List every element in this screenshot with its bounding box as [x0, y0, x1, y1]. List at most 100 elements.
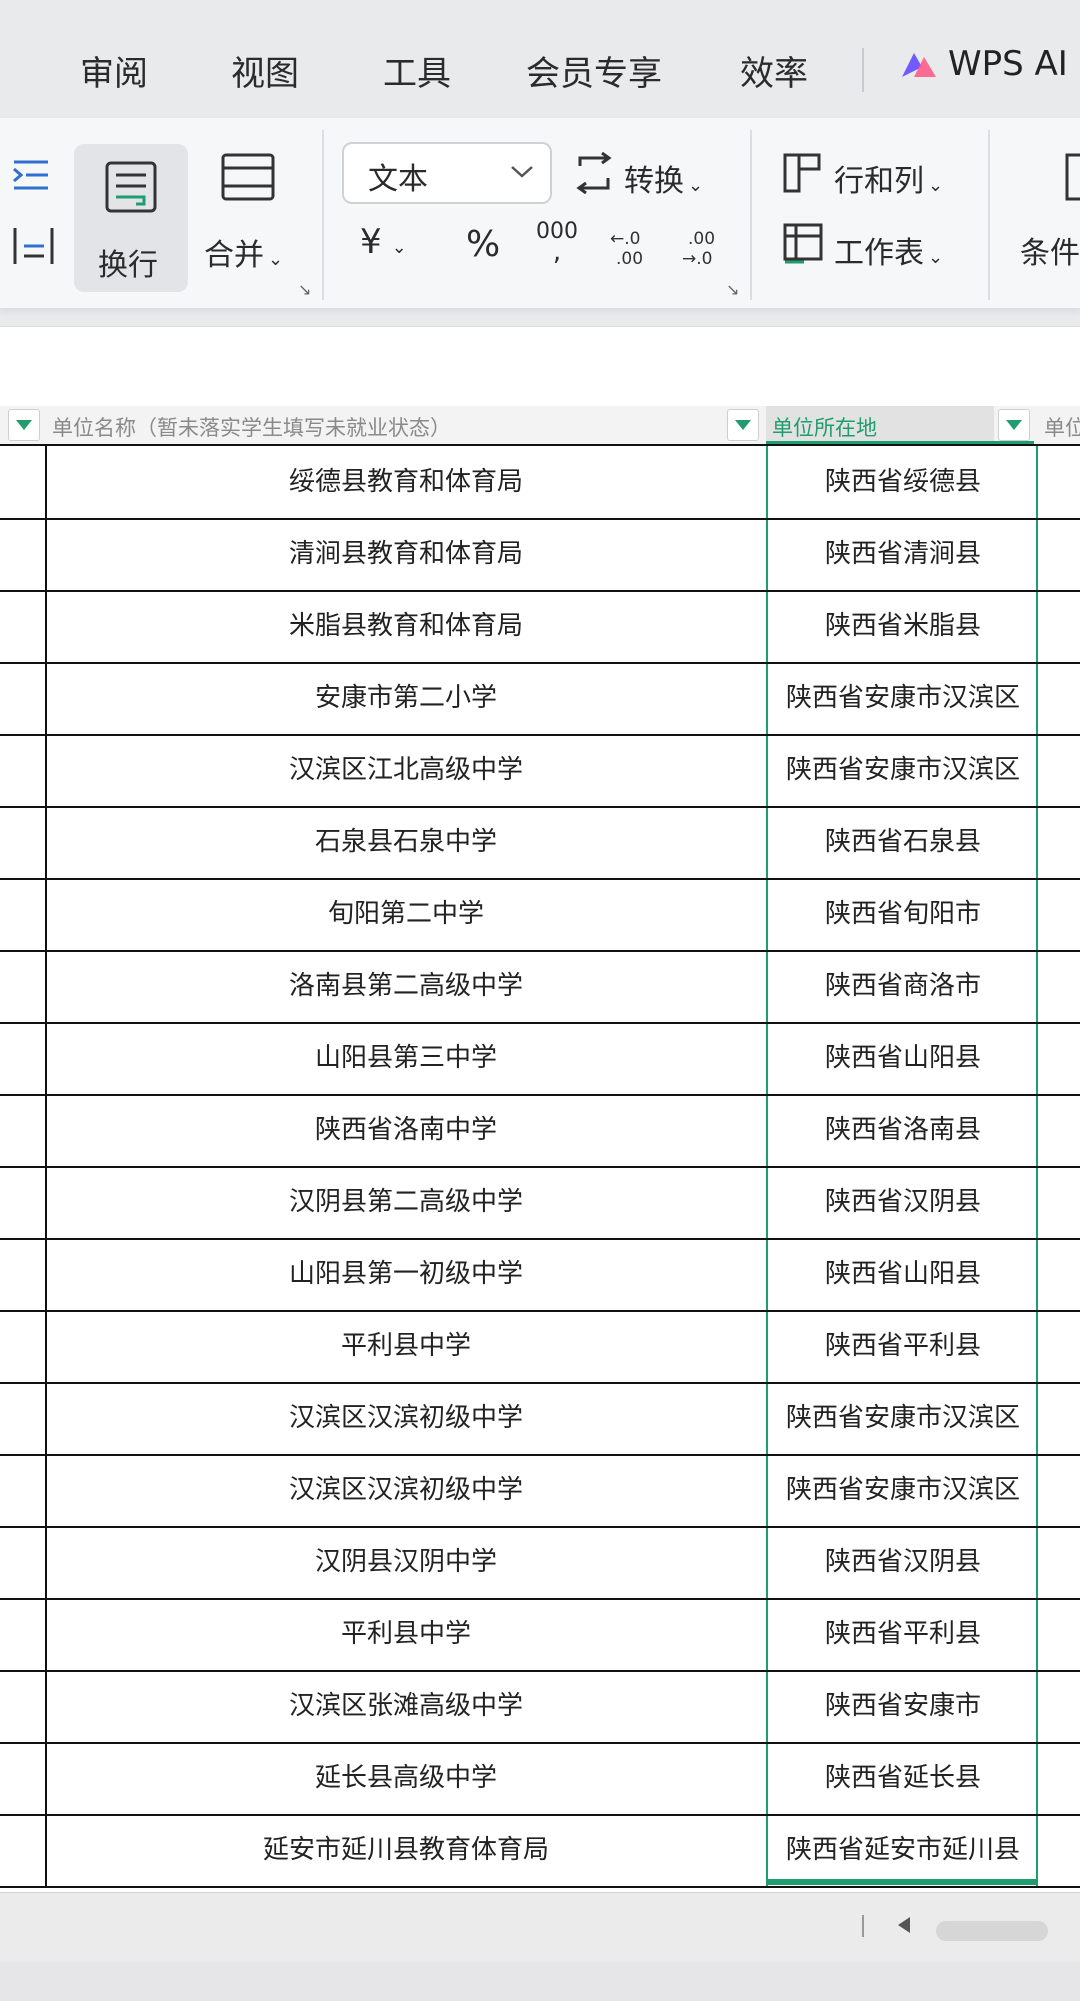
cell-unit-location[interactable]: 陕西省延长县 — [768, 1742, 1038, 1814]
cell-unit-name[interactable]: 旬阳第二中学 — [46, 878, 766, 950]
cell-unit-name[interactable]: 汉滨区汉滨初级中学 — [46, 1382, 766, 1454]
cell-unit-location[interactable]: 陕西省清涧县 — [768, 518, 1038, 590]
cell-unit-name[interactable]: 陕西省洛南中学 — [46, 1094, 766, 1166]
table-row[interactable]: 陕西省洛南中学 陕西省洛南县 — [0, 1094, 1080, 1168]
cell-unit-location[interactable]: 陕西省山阳县 — [768, 1238, 1038, 1310]
table-row[interactable]: 山阳县第一初级中学 陕西省山阳县 — [0, 1238, 1080, 1312]
table-row[interactable]: 汉阴县汉阴中学 陕西省汉阴县 — [0, 1526, 1080, 1600]
worksheet-button[interactable]: 工作表 ⌄ — [834, 228, 943, 272]
rows-columns-icon[interactable] — [782, 152, 822, 194]
worksheet-icon[interactable] — [782, 222, 824, 266]
cell-unit-location[interactable]: 陕西省汉阴县 — [768, 1526, 1038, 1598]
table-row[interactable]: 汉滨区张滩高级中学 陕西省安康市 — [0, 1670, 1080, 1744]
table-row[interactable]: 延长县高级中学 陕西省延长县 — [0, 1742, 1080, 1816]
table-row[interactable]: 平利县中学 陕西省平利县 — [0, 1310, 1080, 1384]
table-row[interactable]: 清涧县教育和体育局 陕西省清涧县 — [0, 518, 1080, 592]
cell-unit-location[interactable]: 陕西省安康市汉滨区 — [768, 662, 1038, 734]
cell-unit-name[interactable]: 山阳县第一初级中学 — [46, 1238, 766, 1310]
wps-ai-button[interactable]: WPS AI — [900, 44, 1068, 84]
cell-unit-name[interactable]: 延安市延川县教育体育局 — [46, 1814, 766, 1886]
tab-efficiency[interactable]: 效率 — [740, 46, 808, 95]
increase-decimal-icon[interactable]: ←.0 .00 — [608, 228, 652, 268]
cell-unit-name[interactable]: 汉阴县第二高级中学 — [46, 1166, 766, 1238]
table-row[interactable]: 延安市延川县教育体育局 陕西省延安市延川县 — [0, 1814, 1080, 1888]
tab-tools[interactable]: 工具 — [383, 46, 451, 95]
cell-unit-location[interactable]: 陕西省安康市汉滨区 — [768, 1382, 1038, 1454]
cell-unit-name[interactable]: 汉滨区张滩高级中学 — [46, 1670, 766, 1742]
filter-dropdown-icon[interactable] — [8, 409, 40, 441]
cell-unit-location[interactable]: 陕西省旬阳市 — [768, 878, 1038, 950]
cell-unit-name[interactable]: 洛南县第二高级中学 — [46, 950, 766, 1022]
tab-view[interactable]: 视图 — [231, 46, 299, 95]
cell-unit-location[interactable]: 陕西省延安市延川县 — [768, 1814, 1038, 1886]
cell-unit-name[interactable]: 汉滨区汉滨初级中学 — [46, 1454, 766, 1526]
currency-button[interactable]: ¥ ⌄ — [360, 222, 407, 262]
cell-unit-location[interactable]: 陕西省平利县 — [768, 1310, 1038, 1382]
cell-unit-location[interactable]: 陕西省安康市汉滨区 — [768, 1454, 1038, 1526]
rows-columns-button[interactable]: 行和列 ⌄ — [834, 156, 943, 200]
tab-review[interactable]: 审阅 — [80, 46, 148, 95]
table-row[interactable]: 平利县中学 陕西省平利县 — [0, 1598, 1080, 1672]
column-header-next: 单位 — [1044, 416, 1080, 440]
percent-button[interactable]: % — [466, 224, 500, 265]
cell-unit-location[interactable]: 陕西省安康市汉滨区 — [768, 734, 1038, 806]
merge-button[interactable]: 合并 ⌄ — [204, 230, 283, 274]
table-row[interactable]: 汉滨区汉滨初级中学 陕西省安康市汉滨区 — [0, 1382, 1080, 1456]
grid-line — [0, 444, 1080, 446]
table-row[interactable]: 绥德县教育和体育局 陕西省绥德县 — [0, 446, 1080, 520]
merge-cells-icon[interactable] — [220, 152, 276, 202]
alignment-dialog-launcher-icon[interactable]: ↘ — [298, 280, 311, 299]
table-row[interactable]: 山阳县第三中学 陕西省山阳县 — [0, 1022, 1080, 1096]
cell-unit-location[interactable]: 陕西省汉阴县 — [768, 1166, 1038, 1238]
conditional-format-icon[interactable] — [1064, 152, 1080, 202]
cell-unit-name[interactable]: 汉滨区江北高级中学 — [46, 734, 766, 806]
number-format-select[interactable]: 文本 — [342, 142, 552, 204]
cell-unit-name[interactable]: 延长县高级中学 — [46, 1742, 766, 1814]
distribute-icon[interactable] — [12, 226, 56, 266]
horizontal-scrollbar[interactable] — [936, 1921, 1048, 1941]
wrap-text-label: 换行 — [98, 248, 158, 283]
indent-icon[interactable] — [12, 158, 52, 192]
filter-dropdown-icon[interactable] — [998, 409, 1030, 441]
cell-unit-name[interactable]: 石泉县石泉中学 — [46, 806, 766, 878]
table-row[interactable]: 汉阴县第二高级中学 陕西省汉阴县 — [0, 1166, 1080, 1240]
wps-ai-logo-icon — [902, 53, 936, 77]
table-row[interactable]: 汉滨区汉滨初级中学 陕西省安康市汉滨区 — [0, 1454, 1080, 1528]
cell-unit-name[interactable]: 安康市第二小学 — [46, 662, 766, 734]
cell-unit-location[interactable]: 陕西省商洛市 — [768, 950, 1038, 1022]
cell-unit-location[interactable]: 陕西省石泉县 — [768, 806, 1038, 878]
decrease-decimal-icon[interactable]: .00 →.0 — [680, 228, 724, 268]
table-row[interactable]: 安康市第二小学 陕西省安康市汉滨区 — [0, 662, 1080, 736]
cell-unit-location[interactable]: 陕西省安康市 — [768, 1670, 1038, 1742]
cell-unit-location[interactable]: 陕西省绥德县 — [768, 446, 1038, 518]
wrap-text-button[interactable]: 换行 — [74, 144, 188, 292]
table-row[interactable]: 汉滨区江北高级中学 陕西省安康市汉滨区 — [0, 734, 1080, 808]
filter-dropdown-icon[interactable] — [727, 409, 759, 441]
cell-unit-name[interactable]: 汉阴县汉阴中学 — [46, 1526, 766, 1598]
spreadsheet-grid[interactable]: 单位名称（暂未落实学生填写未就业状态） 单位所在地 单位 绥德县教育和体育局 陕西… — [0, 392, 1080, 1892]
ribbon-divider — [988, 130, 990, 300]
cell-unit-location[interactable]: 陕西省平利县 — [768, 1598, 1038, 1670]
scroll-left-icon[interactable] — [898, 1917, 910, 1933]
cell-unit-location[interactable]: 陕西省山阳县 — [768, 1022, 1038, 1094]
thousands-separator-button[interactable]: 000, — [536, 221, 578, 266]
formula-bar[interactable] — [0, 326, 1080, 394]
table-row[interactable]: 洛南县第二高级中学 陕西省商洛市 — [0, 950, 1080, 1024]
cell-unit-name[interactable]: 米脂县教育和体育局 — [46, 590, 766, 662]
table-row[interactable]: 旬阳第二中学 陕西省旬阳市 — [0, 878, 1080, 952]
cell-unit-name[interactable]: 清涧县教育和体育局 — [46, 518, 766, 590]
table-row[interactable]: 石泉县石泉中学 陕西省石泉县 — [0, 806, 1080, 880]
cell-unit-name[interactable]: 山阳县第三中学 — [46, 1022, 766, 1094]
convert-icon[interactable] — [574, 152, 614, 194]
number-dialog-launcher-icon[interactable]: ↘ — [726, 280, 739, 299]
conditional-format-button[interactable]: 条件 — [1020, 228, 1080, 272]
cell-unit-name[interactable]: 平利县中学 — [46, 1598, 766, 1670]
cell-unit-name[interactable]: 平利县中学 — [46, 1310, 766, 1382]
svg-text:.00: .00 — [616, 249, 643, 268]
table-row[interactable]: 米脂县教育和体育局 陕西省米脂县 — [0, 590, 1080, 664]
cell-unit-location[interactable]: 陕西省洛南县 — [768, 1094, 1038, 1166]
cell-unit-name[interactable]: 绥德县教育和体育局 — [46, 446, 766, 518]
tab-member[interactable]: 会员专享 — [526, 46, 662, 95]
convert-button[interactable]: 转换 ⌄ — [624, 156, 703, 200]
cell-unit-location[interactable]: 陕西省米脂县 — [768, 590, 1038, 662]
